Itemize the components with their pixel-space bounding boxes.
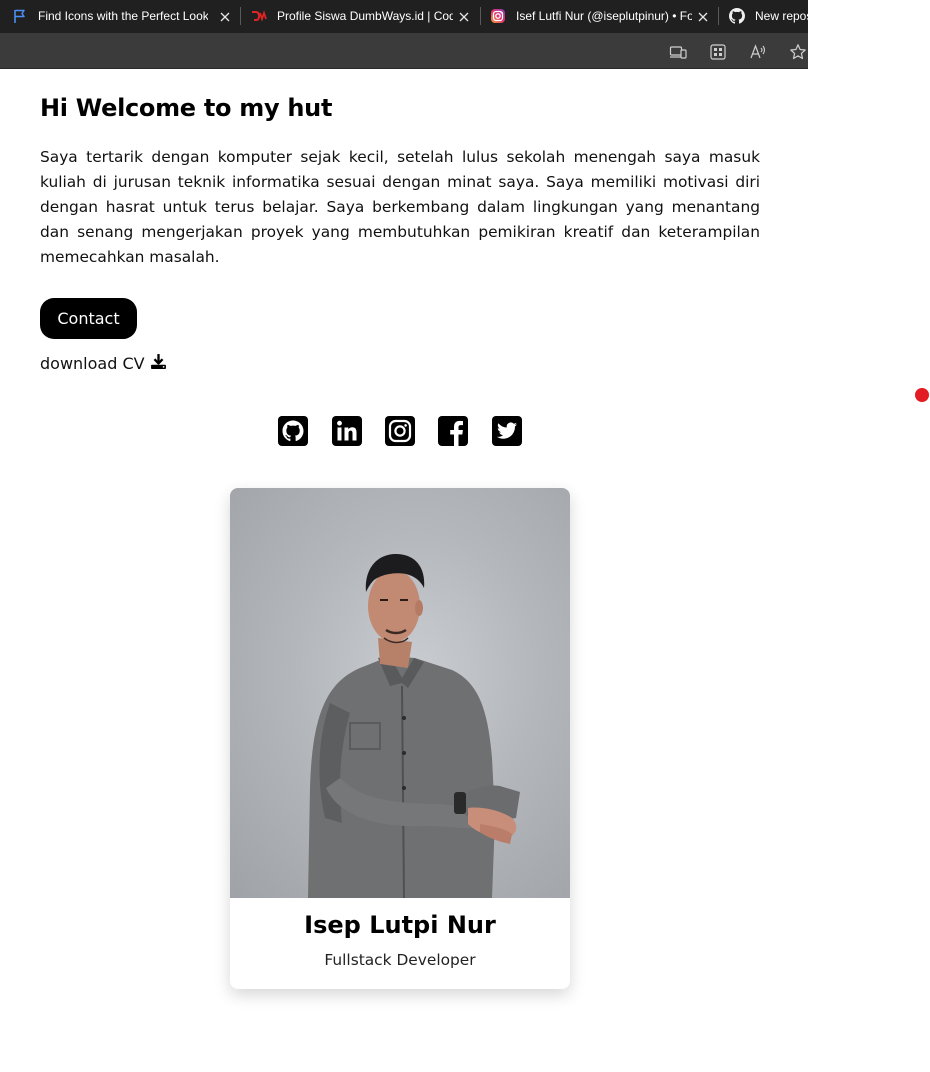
- browser-tab[interactable]: Profile Siswa DumbWays.id | Coding Bootc…: [251, 0, 479, 33]
- tab-separator: [480, 7, 481, 25]
- page-title: Hi Welcome to my hut: [40, 94, 333, 122]
- close-icon[interactable]: [457, 9, 471, 23]
- flag-icon: [12, 8, 28, 24]
- browser-tab[interactable]: Isef Lutfi Nur (@iseplutpinur) • Foto da…: [490, 0, 718, 33]
- tab-title: Profile Siswa DumbWays.id | Coding Bootc…: [277, 9, 453, 23]
- tab-separator: [718, 7, 719, 25]
- browser-tab[interactable]: New repository: [729, 0, 808, 33]
- browser-tabstrip: Find Icons with the Perfect Look & Feel …: [0, 0, 808, 33]
- github-icon: [729, 8, 745, 24]
- profile-name: Isep Lutpi Nur: [304, 911, 496, 939]
- linkedin-icon[interactable]: [332, 416, 362, 446]
- github-icon[interactable]: [278, 416, 308, 446]
- browser-tab[interactable]: Find Icons with the Perfect Look & Feel: [12, 0, 240, 33]
- browser-toolbar: [0, 33, 808, 69]
- profile-photo: [230, 488, 570, 898]
- apps-icon[interactable]: [709, 43, 727, 61]
- tab-title: Find Icons with the Perfect Look & Feel: [38, 9, 208, 23]
- tab-title: New repository: [755, 9, 808, 23]
- instagram-icon[interactable]: [385, 416, 415, 446]
- close-icon[interactable]: [696, 9, 710, 23]
- twitter-icon[interactable]: [492, 416, 522, 446]
- download-cv-label: download CV: [40, 353, 145, 373]
- status-dot: [915, 388, 929, 402]
- contact-button[interactable]: Contact: [40, 298, 137, 339]
- profile-card: Isep Lutpi Nur Fullstack Developer: [230, 488, 570, 989]
- read-aloud-icon[interactable]: [749, 43, 767, 61]
- download-cv-link[interactable]: download CV: [40, 352, 167, 374]
- profile-role: Fullstack Developer: [324, 951, 476, 969]
- instagram-icon: [490, 8, 506, 24]
- tab-separator: [240, 7, 241, 25]
- favorite-star-icon[interactable]: [789, 43, 807, 61]
- intro-paragraph: Saya tertarik dengan komputer sejak keci…: [40, 148, 760, 266]
- dumbways-icon: [251, 8, 267, 24]
- download-icon: [150, 353, 167, 374]
- close-icon[interactable]: [218, 9, 232, 23]
- tab-title: Isef Lutfi Nur (@iseplutpinur) • Foto da…: [516, 9, 692, 23]
- facebook-icon[interactable]: [438, 416, 468, 446]
- devices-icon[interactable]: [669, 43, 687, 61]
